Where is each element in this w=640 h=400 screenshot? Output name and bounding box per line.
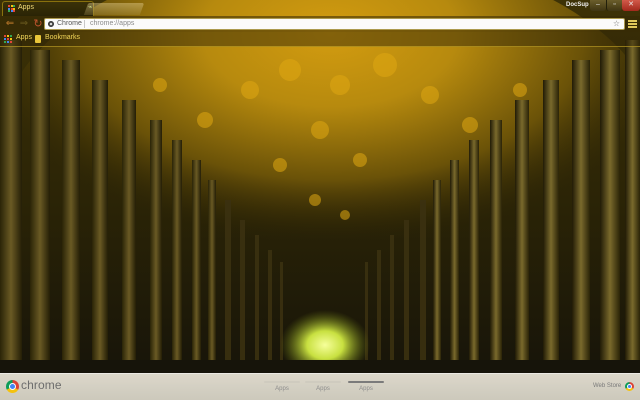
page-switcher-apps-3[interactable]: Apps	[348, 381, 384, 392]
close-button[interactable]: ✕	[622, 0, 640, 11]
maximize-icon: ▫	[613, 1, 616, 8]
title-bar: Apps ⌁ DocSup – ▫ ✕	[0, 0, 640, 16]
page-indicator-bar	[264, 381, 300, 383]
chrome-wordmark: chrome	[21, 378, 62, 392]
webstore-icon[interactable]	[625, 382, 634, 391]
page-switcher-apps-1[interactable]: Apps	[264, 381, 300, 392]
toolbar: ⇐ ⇒ ↻ Chrome chrome://apps ☆	[0, 16, 640, 32]
minimize-button[interactable]: –	[590, 0, 606, 11]
close-icon: ✕	[628, 1, 634, 8]
bookmarks-bar: Apps Bookmarks	[0, 32, 640, 47]
forward-arrow-icon: ⇒	[19, 18, 29, 29]
omnibox-divider	[84, 20, 85, 28]
chrome-page-icon	[48, 21, 54, 27]
reload-icon: ↻	[33, 18, 43, 30]
page-switcher-label: Apps	[359, 386, 373, 392]
page-switcher-apps-2[interactable]: Apps	[305, 381, 341, 392]
omnibox[interactable]: Chrome chrome://apps ☆	[44, 18, 625, 30]
apps-grid-icon	[8, 5, 15, 12]
webstore-link[interactable]: Web Store	[593, 383, 621, 389]
forward-button[interactable]: ⇒	[17, 17, 31, 31]
bookmarks-folder[interactable]: Bookmarks	[45, 34, 80, 41]
page-indicator-bar	[305, 381, 341, 383]
apps-shortcut[interactable]: Apps	[16, 34, 32, 41]
reload-button[interactable]: ↻	[31, 17, 45, 31]
chrome-logo-icon	[6, 380, 19, 393]
profile-name[interactable]: DocSup	[566, 2, 589, 8]
page-switcher-label: Apps	[316, 386, 330, 392]
theme-wallpaper	[0, 0, 640, 400]
browser-window: Apps ⌁ DocSup – ▫ ✕ ⇐ ⇒ ↻ Chrome chrome:…	[0, 0, 640, 400]
maximize-button[interactable]: ▫	[606, 0, 622, 11]
page-indicator-bar	[348, 381, 384, 383]
tab-apps[interactable]: Apps	[2, 1, 94, 16]
back-arrow-icon: ⇐	[5, 18, 15, 29]
bookmark-folder-icon[interactable]	[35, 35, 41, 43]
ntp-footer: chrome Apps Apps Apps Web Store	[0, 373, 640, 400]
page-switcher-label: Apps	[275, 386, 289, 392]
hamburger-menu-icon[interactable]	[628, 20, 637, 28]
tab-title: Apps	[18, 4, 34, 11]
new-tab-button[interactable]	[83, 3, 145, 15]
new-tab-icon: ⌁	[88, 4, 93, 11]
apps-grid-icon[interactable]	[4, 35, 12, 43]
star-icon[interactable]: ☆	[613, 19, 620, 28]
minimize-icon: –	[596, 1, 600, 8]
back-button[interactable]: ⇐	[3, 17, 17, 31]
omnibox-chip-label: Chrome	[57, 20, 82, 27]
omnibox-url[interactable]: chrome://apps	[90, 20, 134, 27]
